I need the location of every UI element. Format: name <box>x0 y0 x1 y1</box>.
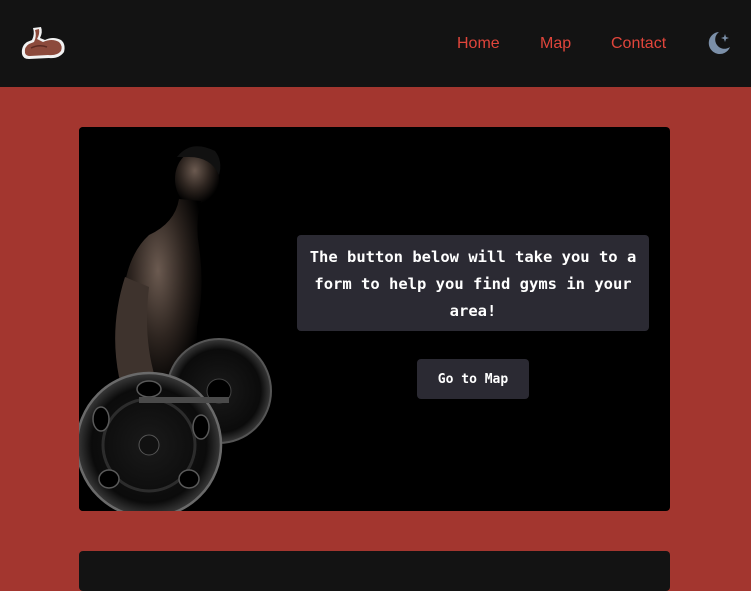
go-to-map-button[interactable]: Go to Map <box>417 359 529 399</box>
next-section-card <box>79 551 670 591</box>
moon-star-icon[interactable] <box>703 29 733 57</box>
hero-card: The button below will take you to a form… <box>79 127 670 511</box>
nav-link-contact[interactable]: Contact <box>611 34 666 54</box>
nav-link-map[interactable]: Map <box>540 34 571 54</box>
flexed-arm-logo-icon[interactable] <box>19 24 67 62</box>
bodybuilder-barbell-image <box>79 127 319 511</box>
nav-link-home[interactable]: Home <box>457 34 500 54</box>
navbar: Home Map Contact <box>0 0 751 87</box>
info-message: The button below will take you to a form… <box>297 235 649 331</box>
